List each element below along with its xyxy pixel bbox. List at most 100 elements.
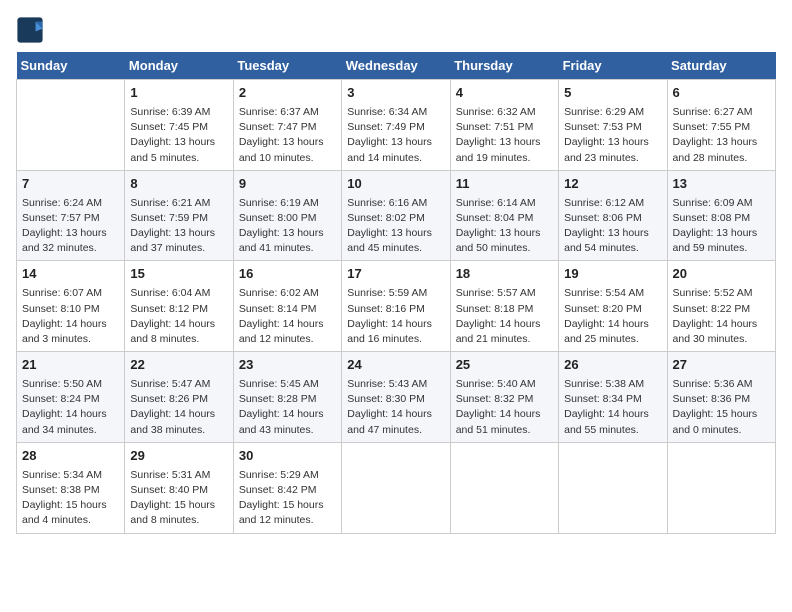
day-info: Sunrise: 5:43 AM Sunset: 8:30 PM Dayligh…: [347, 377, 444, 438]
day-info: Sunrise: 6:19 AM Sunset: 8:00 PM Dayligh…: [239, 196, 336, 257]
column-header-saturday: Saturday: [667, 52, 775, 80]
calendar-week-2: 7 Sunrise: 6:24 AM Sunset: 7:57 PM Daylig…: [17, 170, 776, 261]
day-number: 5: [564, 84, 661, 103]
day-info: Sunrise: 5:54 AM Sunset: 8:20 PM Dayligh…: [564, 286, 661, 347]
calendar-cell: 3 Sunrise: 6:34 AM Sunset: 7:49 PM Daylig…: [342, 80, 450, 171]
day-info: Sunrise: 6:37 AM Sunset: 7:47 PM Dayligh…: [239, 105, 336, 166]
page-header: [16, 16, 776, 44]
day-number: 16: [239, 265, 336, 284]
day-number: 4: [456, 84, 553, 103]
day-info: Sunrise: 5:38 AM Sunset: 8:34 PM Dayligh…: [564, 377, 661, 438]
day-number: 8: [130, 175, 227, 194]
day-number: 1: [130, 84, 227, 103]
calendar-cell: 29 Sunrise: 5:31 AM Sunset: 8:40 PM Dayli…: [125, 442, 233, 533]
calendar-cell: [667, 442, 775, 533]
column-header-monday: Monday: [125, 52, 233, 80]
calendar-cell: 16 Sunrise: 6:02 AM Sunset: 8:14 PM Dayli…: [233, 261, 341, 352]
day-info: Sunrise: 5:50 AM Sunset: 8:24 PM Dayligh…: [22, 377, 119, 438]
column-header-friday: Friday: [559, 52, 667, 80]
day-number: 26: [564, 356, 661, 375]
calendar-week-3: 14 Sunrise: 6:07 AM Sunset: 8:10 PM Dayli…: [17, 261, 776, 352]
calendar-week-4: 21Sunrise: 5:50 AM Sunset: 8:24 PM Dayli…: [17, 352, 776, 443]
column-header-wednesday: Wednesday: [342, 52, 450, 80]
calendar-cell: 13 Sunrise: 6:09 AM Sunset: 8:08 PM Dayli…: [667, 170, 775, 261]
calendar-cell: 5 Sunrise: 6:29 AM Sunset: 7:53 PM Daylig…: [559, 80, 667, 171]
calendar-week-5: 28 Sunrise: 5:34 AM Sunset: 8:38 PM Dayli…: [17, 442, 776, 533]
calendar-cell: [559, 442, 667, 533]
day-info: Sunrise: 5:45 AM Sunset: 8:28 PM Dayligh…: [239, 377, 336, 438]
day-number: 15: [130, 265, 227, 284]
day-info: Sunrise: 6:12 AM Sunset: 8:06 PM Dayligh…: [564, 196, 661, 257]
day-number: 7: [22, 175, 119, 194]
day-number: 14: [22, 265, 119, 284]
column-header-tuesday: Tuesday: [233, 52, 341, 80]
calendar-cell: 28 Sunrise: 5:34 AM Sunset: 8:38 PM Dayli…: [17, 442, 125, 533]
calendar-cell: 11 Sunrise: 6:14 AM Sunset: 8:04 PM Dayli…: [450, 170, 558, 261]
day-number: 29: [130, 447, 227, 466]
day-number: 19: [564, 265, 661, 284]
day-info: Sunrise: 6:34 AM Sunset: 7:49 PM Dayligh…: [347, 105, 444, 166]
calendar-cell: 12 Sunrise: 6:12 AM Sunset: 8:06 PM Dayli…: [559, 170, 667, 261]
calendar-cell: 27 Sunrise: 5:36 AM Sunset: 8:36 PM Dayli…: [667, 352, 775, 443]
calendar-table: SundayMondayTuesdayWednesdayThursdayFrid…: [16, 52, 776, 534]
day-number: 3: [347, 84, 444, 103]
day-number: 2: [239, 84, 336, 103]
day-number: 10: [347, 175, 444, 194]
calendar-cell: [450, 442, 558, 533]
day-info: Sunrise: 6:04 AM Sunset: 8:12 PM Dayligh…: [130, 286, 227, 347]
calendar-cell: 6 Sunrise: 6:27 AM Sunset: 7:55 PM Daylig…: [667, 80, 775, 171]
calendar-cell: 15 Sunrise: 6:04 AM Sunset: 8:12 PM Dayli…: [125, 261, 233, 352]
calendar-cell: 25 Sunrise: 5:40 AM Sunset: 8:32 PM Dayli…: [450, 352, 558, 443]
day-number: 27: [673, 356, 770, 375]
day-number: 6: [673, 84, 770, 103]
day-number: 9: [239, 175, 336, 194]
column-header-sunday: Sunday: [17, 52, 125, 80]
day-number: 23: [239, 356, 336, 375]
day-info: Sunrise: 6:02 AM Sunset: 8:14 PM Dayligh…: [239, 286, 336, 347]
calendar-cell: 30 Sunrise: 5:29 AM Sunset: 8:42 PM Dayli…: [233, 442, 341, 533]
column-header-thursday: Thursday: [450, 52, 558, 80]
day-info: Sunrise: 6:29 AM Sunset: 7:53 PM Dayligh…: [564, 105, 661, 166]
day-number: 17: [347, 265, 444, 284]
day-info: Sunrise: 6:27 AM Sunset: 7:55 PM Dayligh…: [673, 105, 770, 166]
day-number: 25: [456, 356, 553, 375]
day-info: Sunrise: 5:29 AM Sunset: 8:42 PM Dayligh…: [239, 468, 336, 529]
calendar-cell: 14 Sunrise: 6:07 AM Sunset: 8:10 PM Dayli…: [17, 261, 125, 352]
calendar-cell: [342, 442, 450, 533]
calendar-cell: [17, 80, 125, 171]
calendar-cell: 10 Sunrise: 6:16 AM Sunset: 8:02 PM Dayli…: [342, 170, 450, 261]
day-info: Sunrise: 5:34 AM Sunset: 8:38 PM Dayligh…: [22, 468, 119, 529]
calendar-cell: 18 Sunrise: 5:57 AM Sunset: 8:18 PM Dayli…: [450, 261, 558, 352]
logo: [16, 16, 48, 44]
day-number: 28: [22, 447, 119, 466]
day-info: Sunrise: 6:09 AM Sunset: 8:08 PM Dayligh…: [673, 196, 770, 257]
day-number: 30: [239, 447, 336, 466]
day-info: Sunrise: 6:32 AM Sunset: 7:51 PM Dayligh…: [456, 105, 553, 166]
day-info: Sunrise: 5:47 AM Sunset: 8:26 PM Dayligh…: [130, 377, 227, 438]
calendar-header-row: SundayMondayTuesdayWednesdayThursdayFrid…: [17, 52, 776, 80]
calendar-cell: 2 Sunrise: 6:37 AM Sunset: 7:47 PM Daylig…: [233, 80, 341, 171]
calendar-cell: 8 Sunrise: 6:21 AM Sunset: 7:59 PM Daylig…: [125, 170, 233, 261]
day-number: 18: [456, 265, 553, 284]
day-info: Sunrise: 6:14 AM Sunset: 8:04 PM Dayligh…: [456, 196, 553, 257]
day-number: 24: [347, 356, 444, 375]
day-info: Sunrise: 5:36 AM Sunset: 8:36 PM Dayligh…: [673, 377, 770, 438]
day-info: Sunrise: 5:31 AM Sunset: 8:40 PM Dayligh…: [130, 468, 227, 529]
day-info: Sunrise: 6:24 AM Sunset: 7:57 PM Dayligh…: [22, 196, 119, 257]
calendar-week-1: 1Sunrise: 6:39 AM Sunset: 7:45 PM Daylig…: [17, 80, 776, 171]
day-info: Sunrise: 5:57 AM Sunset: 8:18 PM Dayligh…: [456, 286, 553, 347]
day-info: Sunrise: 6:07 AM Sunset: 8:10 PM Dayligh…: [22, 286, 119, 347]
day-number: 13: [673, 175, 770, 194]
day-info: Sunrise: 5:52 AM Sunset: 8:22 PM Dayligh…: [673, 286, 770, 347]
day-info: Sunrise: 6:16 AM Sunset: 8:02 PM Dayligh…: [347, 196, 444, 257]
day-number: 11: [456, 175, 553, 194]
calendar-cell: 26 Sunrise: 5:38 AM Sunset: 8:34 PM Dayli…: [559, 352, 667, 443]
day-info: Sunrise: 6:21 AM Sunset: 7:59 PM Dayligh…: [130, 196, 227, 257]
day-info: Sunrise: 5:40 AM Sunset: 8:32 PM Dayligh…: [456, 377, 553, 438]
day-number: 20: [673, 265, 770, 284]
calendar-cell: 4 Sunrise: 6:32 AM Sunset: 7:51 PM Daylig…: [450, 80, 558, 171]
calendar-cell: 21Sunrise: 5:50 AM Sunset: 8:24 PM Dayli…: [17, 352, 125, 443]
calendar-cell: 22Sunrise: 5:47 AM Sunset: 8:26 PM Dayli…: [125, 352, 233, 443]
day-number: 12: [564, 175, 661, 194]
logo-icon: [16, 16, 44, 44]
